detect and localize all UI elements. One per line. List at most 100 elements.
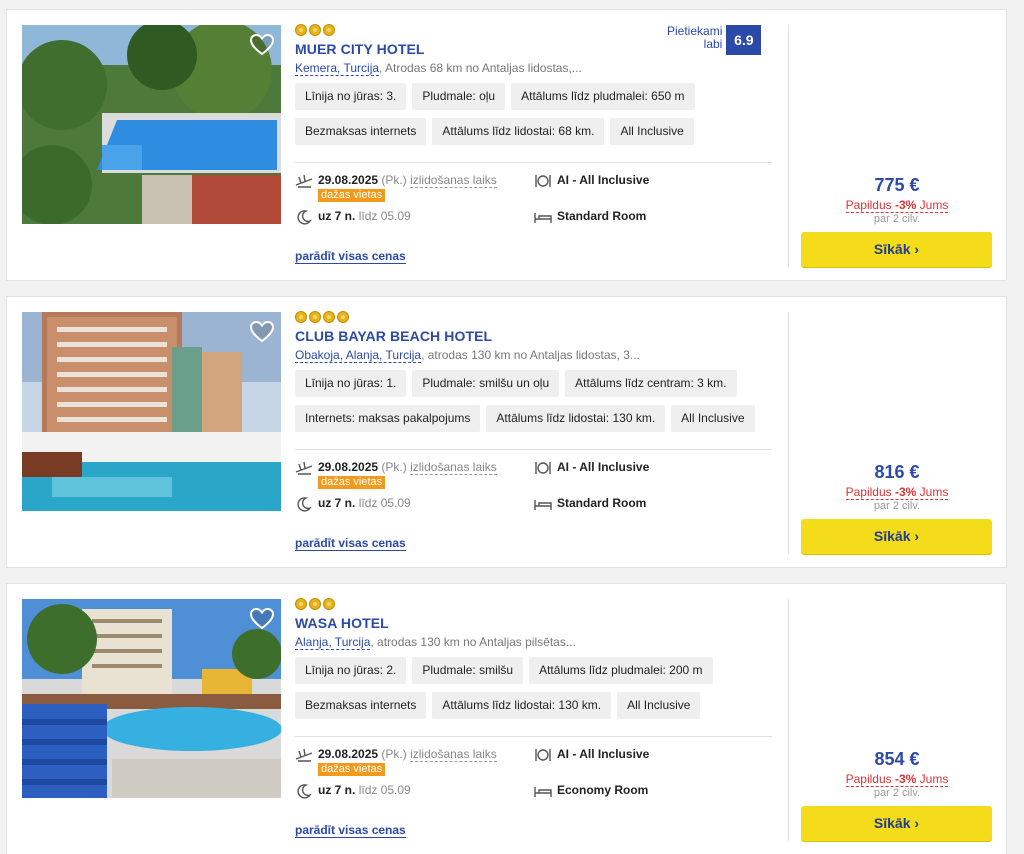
- hotel-photo[interactable]: [22, 312, 281, 511]
- star-icon: [309, 598, 321, 610]
- location-link[interactable]: Alanja, Turcija: [295, 635, 371, 650]
- discount-text[interactable]: Papildus -3% Jums: [802, 198, 992, 213]
- discount-suffix: Jums: [916, 485, 949, 499]
- discount-prefix: Papildus: [845, 198, 895, 212]
- departure-day: (Pk.): [381, 460, 407, 474]
- heart-icon[interactable]: [249, 607, 275, 631]
- star-icon: [323, 311, 335, 323]
- board-row: AI - All Inclusive: [534, 173, 649, 189]
- show-all-prices-link[interactable]: parādīt visas cenas: [295, 537, 406, 551]
- moon-icon: [295, 209, 313, 225]
- discount-prefix: Papildus: [845, 485, 895, 499]
- star-icon: [295, 598, 307, 610]
- dining-icon: [534, 460, 552, 476]
- departure-time-link[interactable]: izlidošanas laiks: [410, 173, 497, 188]
- price-block: 816 € Papildus -3% Jums par 2 cilv.: [802, 462, 992, 512]
- nights: uz 7 n.: [318, 209, 356, 223]
- nights-row: uz 7 n. līdz 05.09: [295, 783, 411, 799]
- feature-tags: Līnija no jūras: 1. Pludmale: smilšu un …: [295, 370, 775, 432]
- divider: [295, 736, 772, 737]
- details-button[interactable]: Sīkāk ›: [801, 806, 992, 841]
- divider: [788, 25, 789, 267]
- rating-score: 6.9: [726, 25, 762, 55]
- room-type: Economy Room: [557, 783, 649, 797]
- location-link[interactable]: Obakoja, Alanja, Turcija: [295, 348, 422, 363]
- hotel-photo[interactable]: [22, 599, 281, 798]
- hotel-location: Alanja, Turcija, atrodas 130 km no Antal…: [295, 635, 775, 650]
- plane-icon: [295, 460, 313, 476]
- hotel-card: MUER CITY HOTEL Kemera, Turcija, Atrodas…: [6, 9, 1007, 281]
- discount-text[interactable]: Papildus -3% Jums: [802, 772, 992, 787]
- details-button[interactable]: Sīkāk ›: [801, 519, 992, 554]
- departure-date: 29.08.2025: [318, 747, 379, 761]
- hotel-photo[interactable]: [22, 25, 281, 224]
- feature-tag: Līnija no jūras: 2.: [295, 657, 407, 684]
- star-icon: [295, 24, 307, 36]
- board-type: AI - All Inclusive: [557, 460, 650, 474]
- star-icon: [323, 598, 335, 610]
- nights: uz 7 n.: [318, 783, 356, 797]
- feature-tag: Līnija no jūras: 1.: [295, 370, 407, 397]
- details-button[interactable]: Sīkāk ›: [801, 232, 992, 267]
- dining-icon: [534, 747, 552, 763]
- hotel-info: WASA HOTEL Alanja, Turcija, atrodas 130 …: [295, 598, 775, 719]
- divider: [788, 599, 789, 841]
- price-amount: 775 €: [874, 175, 920, 195]
- per-persons: par 2 cilv.: [873, 213, 921, 225]
- return-date: līdz 05.09: [358, 496, 411, 510]
- departure-day: (Pk.): [381, 747, 407, 761]
- room-row: Economy Room: [534, 783, 648, 799]
- board-row: AI - All Inclusive: [534, 747, 649, 763]
- divider: [295, 449, 772, 450]
- moon-icon: [295, 496, 313, 512]
- show-all-prices-link[interactable]: parādīt visas cenas: [295, 250, 406, 264]
- availability-badge: dažas vietas: [318, 189, 386, 202]
- per-persons: par 2 cilv.: [873, 787, 921, 799]
- heart-icon[interactable]: [249, 320, 275, 344]
- feature-tag: Attālums līdz pludmalei: 200 m: [529, 657, 713, 684]
- heart-icon[interactable]: [249, 33, 275, 57]
- show-all-prices-link[interactable]: parādīt visas cenas: [295, 824, 406, 838]
- discount-text[interactable]: Papildus -3% Jums: [802, 485, 992, 500]
- hotel-location: Kemera, Turcija, Atrodas 68 km no Antalj…: [295, 61, 775, 76]
- departure-row: 29.08.2025 (Pk.) izlidošanas laiks dažas…: [295, 173, 497, 202]
- bed-icon: [534, 209, 552, 225]
- hotel-name[interactable]: WASA HOTEL: [295, 615, 775, 631]
- hotel-name[interactable]: CLUB BAYAR BEACH HOTEL: [295, 328, 775, 344]
- divider: [295, 162, 772, 163]
- nights-row: uz 7 n. līdz 05.09: [295, 209, 411, 225]
- location-link[interactable]: Kemera, Turcija: [295, 61, 380, 76]
- star-icon: [323, 24, 335, 36]
- rating-block: Pietiekami labi 6.9: [667, 25, 762, 55]
- bed-icon: [534, 496, 552, 512]
- departure-date: 29.08.2025: [318, 460, 379, 474]
- discount-suffix: Jums: [916, 198, 949, 212]
- divider: [788, 312, 789, 554]
- feature-tag: Pludmale: smilšu: [412, 657, 524, 684]
- feature-tag: Pludmale: smilšu un oļu: [412, 370, 560, 397]
- price-block: 854 € Papildus -3% Jums par 2 cilv.: [802, 749, 992, 799]
- discount-percent: -3%: [895, 198, 917, 212]
- feature-tags: Līnija no jūras: 2. Pludmale: smilšu Att…: [295, 657, 775, 719]
- feature-tag: Attālums līdz lidostai: 68 km.: [432, 118, 605, 145]
- departure-day: (Pk.): [381, 173, 407, 187]
- feature-tag: All Inclusive: [610, 118, 694, 145]
- location-desc: , atrodas 130 km no Antaljas pilsētas...: [370, 635, 576, 649]
- feature-tag: Attālums līdz centram: 3 km.: [565, 370, 737, 397]
- departure-time-link[interactable]: izlidošanas laiks: [410, 747, 497, 762]
- board-row: AI - All Inclusive: [534, 460, 649, 476]
- price-block: 775 € Papildus -3% Jums par 2 cilv.: [802, 175, 992, 225]
- departure-time-link[interactable]: izlidošanas laiks: [410, 460, 497, 475]
- star-rating: [295, 598, 775, 612]
- hotel-card: CLUB BAYAR BEACH HOTEL Obakoja, Alanja, …: [6, 296, 1007, 568]
- feature-tag: Līnija no jūras: 3.: [295, 83, 407, 110]
- room-row: Standard Room: [534, 209, 646, 225]
- discount-prefix: Papildus: [845, 772, 895, 786]
- feature-tag: Attālums līdz lidostai: 130 km.: [432, 692, 612, 719]
- hotel-location: Obakoja, Alanja, Turcija, atrodas 130 km…: [295, 348, 775, 363]
- departure-date: 29.08.2025: [318, 173, 379, 187]
- star-icon: [309, 311, 321, 323]
- star-icon: [295, 311, 307, 323]
- hotel-info: CLUB BAYAR BEACH HOTEL Obakoja, Alanja, …: [295, 311, 775, 432]
- discount-suffix: Jums: [916, 772, 949, 786]
